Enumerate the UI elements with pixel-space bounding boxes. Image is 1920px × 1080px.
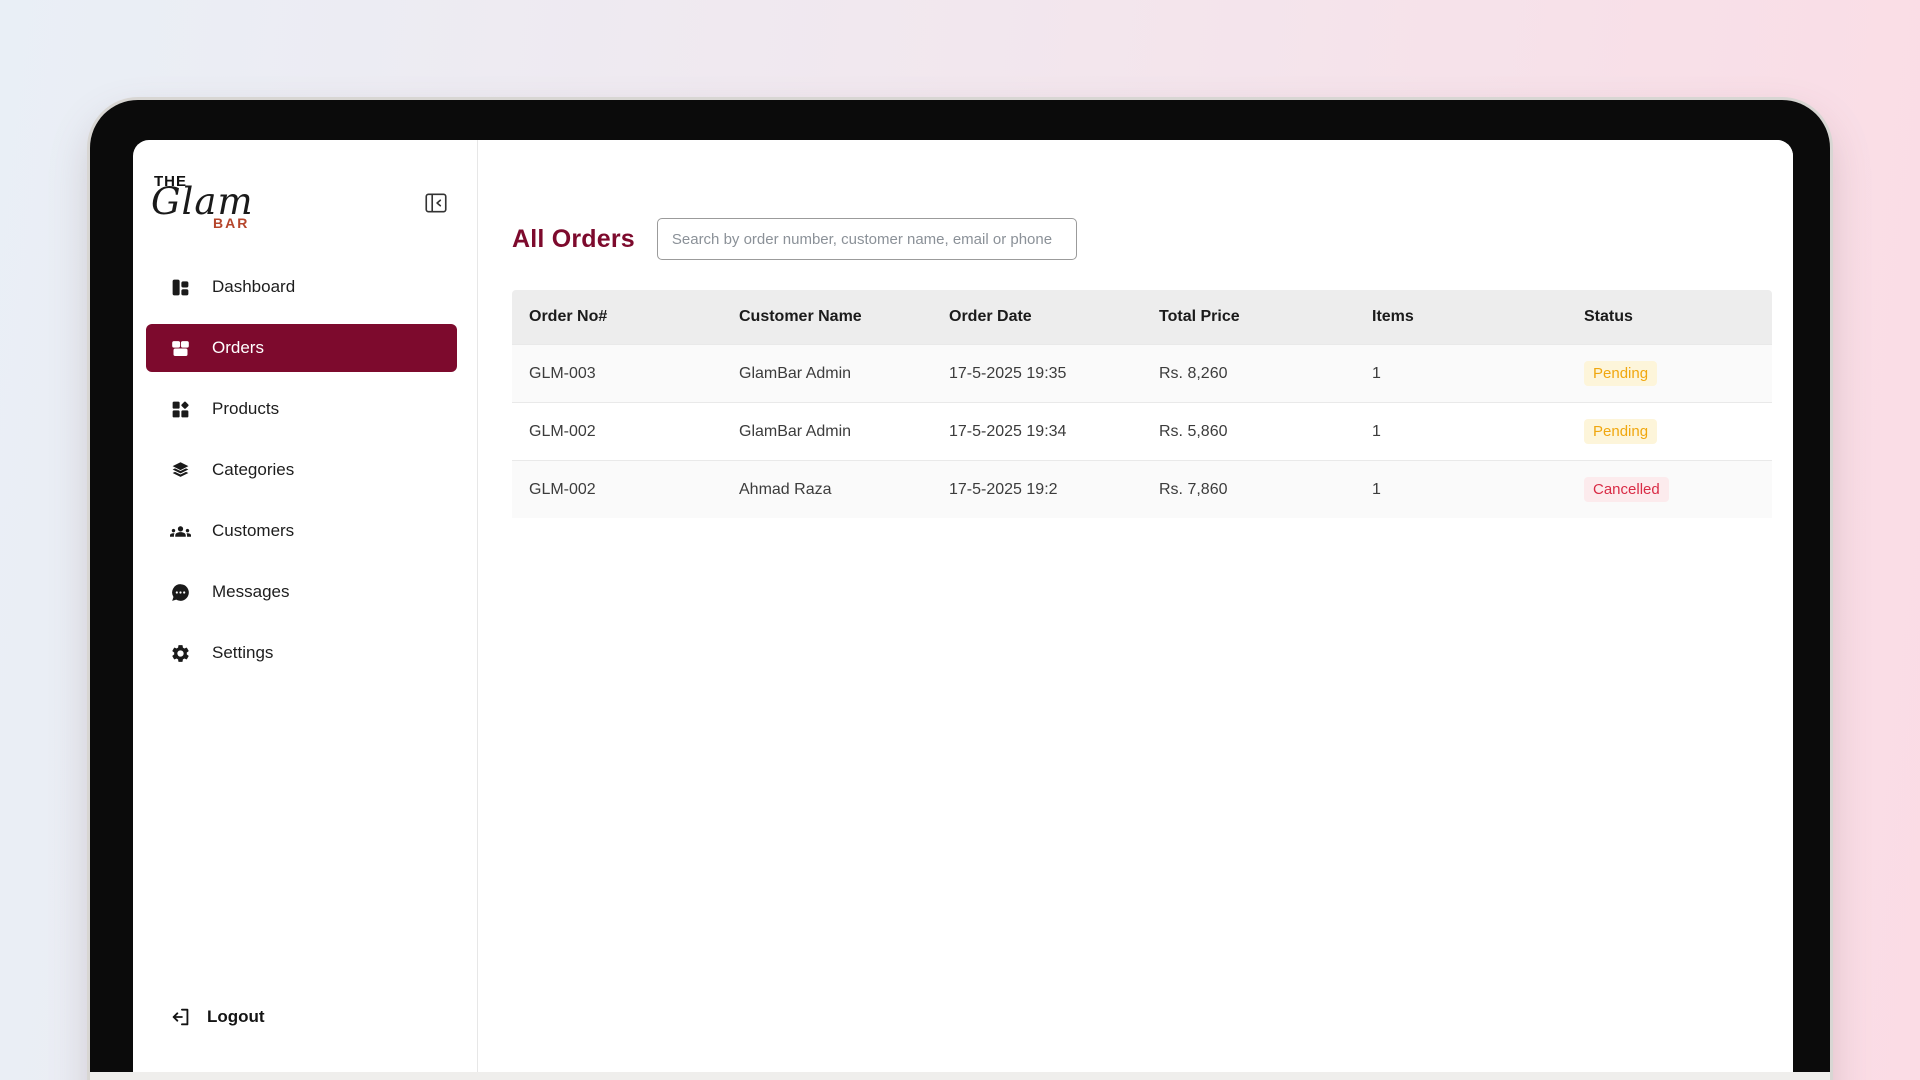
sidebar-item-categories[interactable]: Categories [146, 446, 457, 494]
page-background: THE Glam BAR [0, 0, 1920, 1080]
column-header-customer: Customer Name [722, 290, 932, 345]
sidebar-nav: Dashboard Orders [133, 263, 477, 690]
sidebar-item-dashboard[interactable]: Dashboard [146, 263, 457, 311]
column-header-items: Items [1355, 290, 1567, 345]
orders-box-icon [170, 338, 191, 359]
sidebar-item-label: Categories [212, 460, 294, 480]
main-header: All Orders [512, 218, 1793, 260]
sidebar-item-label: Dashboard [212, 277, 295, 297]
orders-table: Order No# Customer Name Order Date Total… [512, 290, 1772, 518]
cell-items: 1 [1355, 461, 1567, 519]
column-header-order-no: Order No# [512, 290, 722, 345]
brand-logo-bar: BAR [213, 215, 249, 231]
products-grid-icon [170, 399, 191, 420]
cell-total: Rs. 8,260 [1142, 345, 1355, 403]
column-header-total: Total Price [1142, 290, 1355, 345]
cell-items: 1 [1355, 403, 1567, 461]
status-badge: Pending [1584, 419, 1657, 444]
layers-icon [170, 460, 191, 481]
cell-order-no: GLM-003 [512, 345, 722, 403]
app-window: THE Glam BAR [133, 140, 1793, 1080]
table-row[interactable]: GLM-002 GlamBar Admin 17-5-2025 19:34 Rs… [512, 403, 1772, 461]
sidebar-item-settings[interactable]: Settings [146, 629, 457, 677]
column-header-date: Order Date [932, 290, 1142, 345]
users-icon [170, 521, 191, 542]
cell-date: 17-5-2025 19:2 [932, 461, 1142, 519]
orders-search-input[interactable] [657, 218, 1077, 260]
column-header-status: Status [1567, 290, 1772, 345]
sidebar: THE Glam BAR [133, 140, 478, 1080]
sidebar-collapse-button[interactable] [423, 190, 449, 216]
cell-order-no: GLM-002 [512, 461, 722, 519]
panel-collapse-icon [423, 190, 449, 216]
status-badge: Pending [1584, 361, 1657, 386]
cell-customer: GlamBar Admin [722, 403, 932, 461]
cell-date: 17-5-2025 19:34 [932, 403, 1142, 461]
cell-order-no: GLM-002 [512, 403, 722, 461]
laptop-base-edge [90, 1072, 1830, 1080]
table-row[interactable]: GLM-002 Ahmad Raza 17-5-2025 19:2 Rs. 7,… [512, 461, 1772, 519]
sidebar-item-label: Settings [212, 643, 273, 663]
status-badge: Cancelled [1584, 477, 1669, 502]
sidebar-item-label: Customers [212, 521, 294, 541]
main-content: All Orders Order No# Customer Name Order… [478, 140, 1793, 1080]
logout-icon [170, 1006, 192, 1028]
sidebar-item-products[interactable]: Products [146, 385, 457, 433]
sidebar-item-customers[interactable]: Customers [146, 507, 457, 555]
cell-date: 17-5-2025 19:35 [932, 345, 1142, 403]
gear-icon [170, 643, 191, 664]
table-header-row: Order No# Customer Name Order Date Total… [512, 290, 1772, 345]
cell-total: Rs. 5,860 [1142, 403, 1355, 461]
dashboard-icon [170, 277, 191, 298]
logout-button[interactable]: Logout [170, 1006, 265, 1028]
cell-items: 1 [1355, 345, 1567, 403]
cell-customer: Ahmad Raza [722, 461, 932, 519]
chat-bubble-icon [170, 582, 191, 603]
sidebar-item-label: Orders [212, 338, 264, 358]
cell-customer: GlamBar Admin [722, 345, 932, 403]
logout-label: Logout [207, 1007, 265, 1027]
sidebar-item-messages[interactable]: Messages [146, 568, 457, 616]
sidebar-item-label: Products [212, 399, 279, 419]
cell-total: Rs. 7,860 [1142, 461, 1355, 519]
page-title: All Orders [512, 225, 635, 254]
table-row[interactable]: GLM-003 GlamBar Admin 17-5-2025 19:35 Rs… [512, 345, 1772, 403]
sidebar-item-label: Messages [212, 582, 289, 602]
brand-logo: THE Glam BAR [151, 173, 291, 239]
sidebar-item-orders[interactable]: Orders [146, 324, 457, 372]
